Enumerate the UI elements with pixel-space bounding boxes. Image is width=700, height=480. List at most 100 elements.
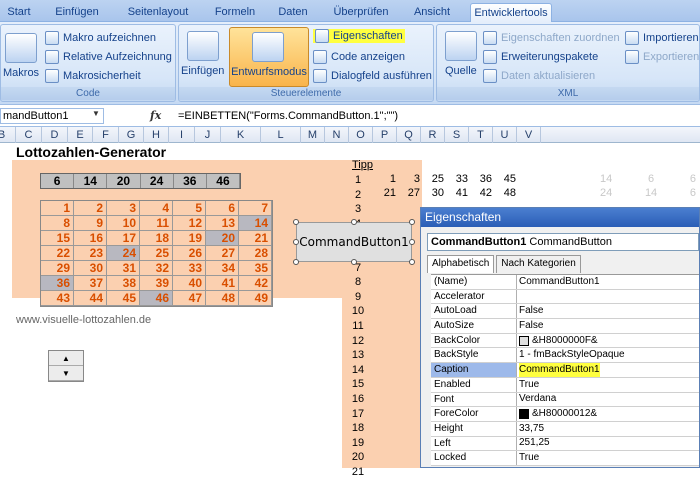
design-mode-button[interactable]: Entwurfsmodus <box>229 27 309 87</box>
tab-start[interactable]: Start <box>6 3 32 22</box>
lotto-cell[interactable]: 45 <box>107 291 140 306</box>
lotto-cell[interactable]: 26 <box>173 246 206 261</box>
row-header[interactable]: 20 <box>344 450 372 465</box>
column-header[interactable]: S <box>445 127 469 143</box>
insert-control-button[interactable]: Einfügen <box>181 65 224 77</box>
lotto-cell[interactable]: 46 <box>140 291 173 306</box>
lotto-cell[interactable]: 16 <box>74 231 107 246</box>
lotto-cell[interactable]: 33 <box>173 261 206 276</box>
property-value[interactable]: CommandButton1 <box>517 363 699 377</box>
tab-developer[interactable]: Entwicklertools <box>470 3 552 22</box>
column-header[interactable]: F <box>93 127 119 143</box>
lotto-cell[interactable]: 13 <box>206 216 239 231</box>
row-header[interactable]: 13 <box>344 348 372 363</box>
property-value[interactable]: False <box>517 304 699 318</box>
property-row[interactable]: Caption CommandButton1 <box>431 363 699 378</box>
export-button[interactable]: Exportieren <box>625 50 699 64</box>
column-header[interactable]: R <box>421 127 445 143</box>
property-row[interactable]: AutoLoad False <box>431 304 699 320</box>
row-header[interactable]: 1 <box>344 173 372 188</box>
lotto-cell[interactable]: 38 <box>107 276 140 291</box>
lotto-cell[interactable]: 36 <box>41 276 74 291</box>
lotto-cell[interactable]: 5 <box>173 201 206 216</box>
lotto-cell[interactable]: 14 <box>239 216 272 231</box>
resize-handle[interactable] <box>409 259 415 265</box>
lotto-cell[interactable]: 11 <box>140 216 173 231</box>
macro-security-button[interactable]: Makrosicherheit <box>45 69 141 83</box>
command-button[interactable]: CommandButton1 <box>296 222 412 262</box>
column-header[interactable]: V <box>517 127 541 143</box>
row-header[interactable]: 12 <box>344 334 372 349</box>
column-header[interactable]: P <box>373 127 397 143</box>
column-header[interactable]: M <box>301 127 325 143</box>
lotto-cell[interactable]: 24 <box>107 246 140 261</box>
row-header[interactable]: 19 <box>344 436 372 451</box>
lotto-cell[interactable]: 20 <box>206 231 239 246</box>
spin-button[interactable]: ▲ ▼ <box>48 350 84 382</box>
property-row[interactable]: (Name) CommandButton1 <box>431 275 699 290</box>
column-header[interactable]: O <box>349 127 373 143</box>
resize-handle[interactable] <box>293 219 299 225</box>
property-value[interactable]: CommandButton1 <box>517 275 699 289</box>
run-dialog-button[interactable]: Dialogfeld ausführen <box>313 69 432 83</box>
tab-categories[interactable]: Nach Kategorien <box>496 255 581 273</box>
map-properties-button[interactable]: Eigenschaften zuordnen <box>483 31 620 45</box>
resize-handle[interactable] <box>409 239 415 245</box>
property-value[interactable]: &H8000000F& <box>517 334 699 348</box>
row-header[interactable]: 3 <box>344 202 372 217</box>
lotto-cell[interactable]: 42 <box>239 276 272 291</box>
lotto-cell[interactable]: 30 <box>74 261 107 276</box>
property-row[interactable]: BackColor &H8000000F& <box>431 333 699 349</box>
chevron-down-icon[interactable]: ▼ <box>92 109 100 118</box>
lotto-cell[interactable]: 21 <box>239 231 272 246</box>
tab-alphabetical[interactable]: Alphabetisch <box>427 255 495 273</box>
lotto-cell[interactable]: 43 <box>41 291 74 306</box>
lotto-cell[interactable]: 8 <box>41 216 74 231</box>
row-header[interactable]: 11 <box>344 319 372 334</box>
lotto-cell[interactable]: 2 <box>74 201 107 216</box>
expansion-packs-button[interactable]: Erweiterungspakete <box>483 50 598 64</box>
column-header[interactable]: N <box>325 127 349 143</box>
fx-icon[interactable]: fx <box>150 109 161 122</box>
column-header[interactable]: H <box>144 127 169 143</box>
column-header[interactable]: U <box>493 127 517 143</box>
lotto-cell[interactable]: 9 <box>74 216 107 231</box>
lotto-cell[interactable]: 7 <box>239 201 272 216</box>
row-header[interactable]: 10 <box>344 304 372 319</box>
lotto-cell[interactable]: 22 <box>41 246 74 261</box>
formula-input[interactable]: =EINBETTEN("Forms.CommandButton.1";"") <box>178 110 398 122</box>
resize-handle[interactable] <box>293 239 299 245</box>
row-header[interactable]: 7 <box>344 261 372 276</box>
lotto-cell[interactable]: 6 <box>206 201 239 216</box>
column-header[interactable]: Q <box>397 127 421 143</box>
property-row[interactable]: AutoSize False <box>431 319 699 334</box>
relative-record-button[interactable]: Relative Aufzeichnung <box>45 50 172 64</box>
lotto-cell[interactable]: 3 <box>107 201 140 216</box>
macros-button[interactable]: Makros <box>3 67 39 79</box>
column-header[interactable]: G <box>119 127 144 143</box>
column-header[interactable]: L <box>261 127 301 143</box>
row-header[interactable]: 8 <box>344 275 372 290</box>
column-header[interactable]: K <box>221 127 261 143</box>
property-value[interactable]: &H80000012& <box>517 407 699 421</box>
property-value[interactable]: Verdana <box>517 393 699 407</box>
lotto-cell[interactable]: 41 <box>206 276 239 291</box>
record-macro-button[interactable]: Makro aufzeichnen <box>45 31 156 45</box>
column-header[interactable]: E <box>68 127 93 143</box>
lotto-cell[interactable]: 32 <box>140 261 173 276</box>
lotto-cell[interactable]: 27 <box>206 246 239 261</box>
lotto-cell[interactable]: 37 <box>74 276 107 291</box>
lotto-cell[interactable]: 35 <box>239 261 272 276</box>
name-box[interactable]: mandButton1 <box>0 108 104 124</box>
lotto-cell[interactable]: 39 <box>140 276 173 291</box>
property-row[interactable]: BackStyle 1 - fmBackStyleOpaque <box>431 348 699 364</box>
properties-title[interactable]: Eigenschaften <box>421 208 699 227</box>
property-row[interactable]: Font Verdana <box>431 392 699 408</box>
row-header[interactable]: 17 <box>344 407 372 422</box>
refresh-data-button[interactable]: Daten aktualisieren <box>483 69 595 83</box>
column-header[interactable]: D <box>42 127 68 143</box>
row-header[interactable]: 14 <box>344 363 372 378</box>
tab-review[interactable]: Überprüfen <box>330 3 392 22</box>
tab-view[interactable]: Ansicht <box>410 3 454 22</box>
row-header[interactable]: 16 <box>344 392 372 407</box>
